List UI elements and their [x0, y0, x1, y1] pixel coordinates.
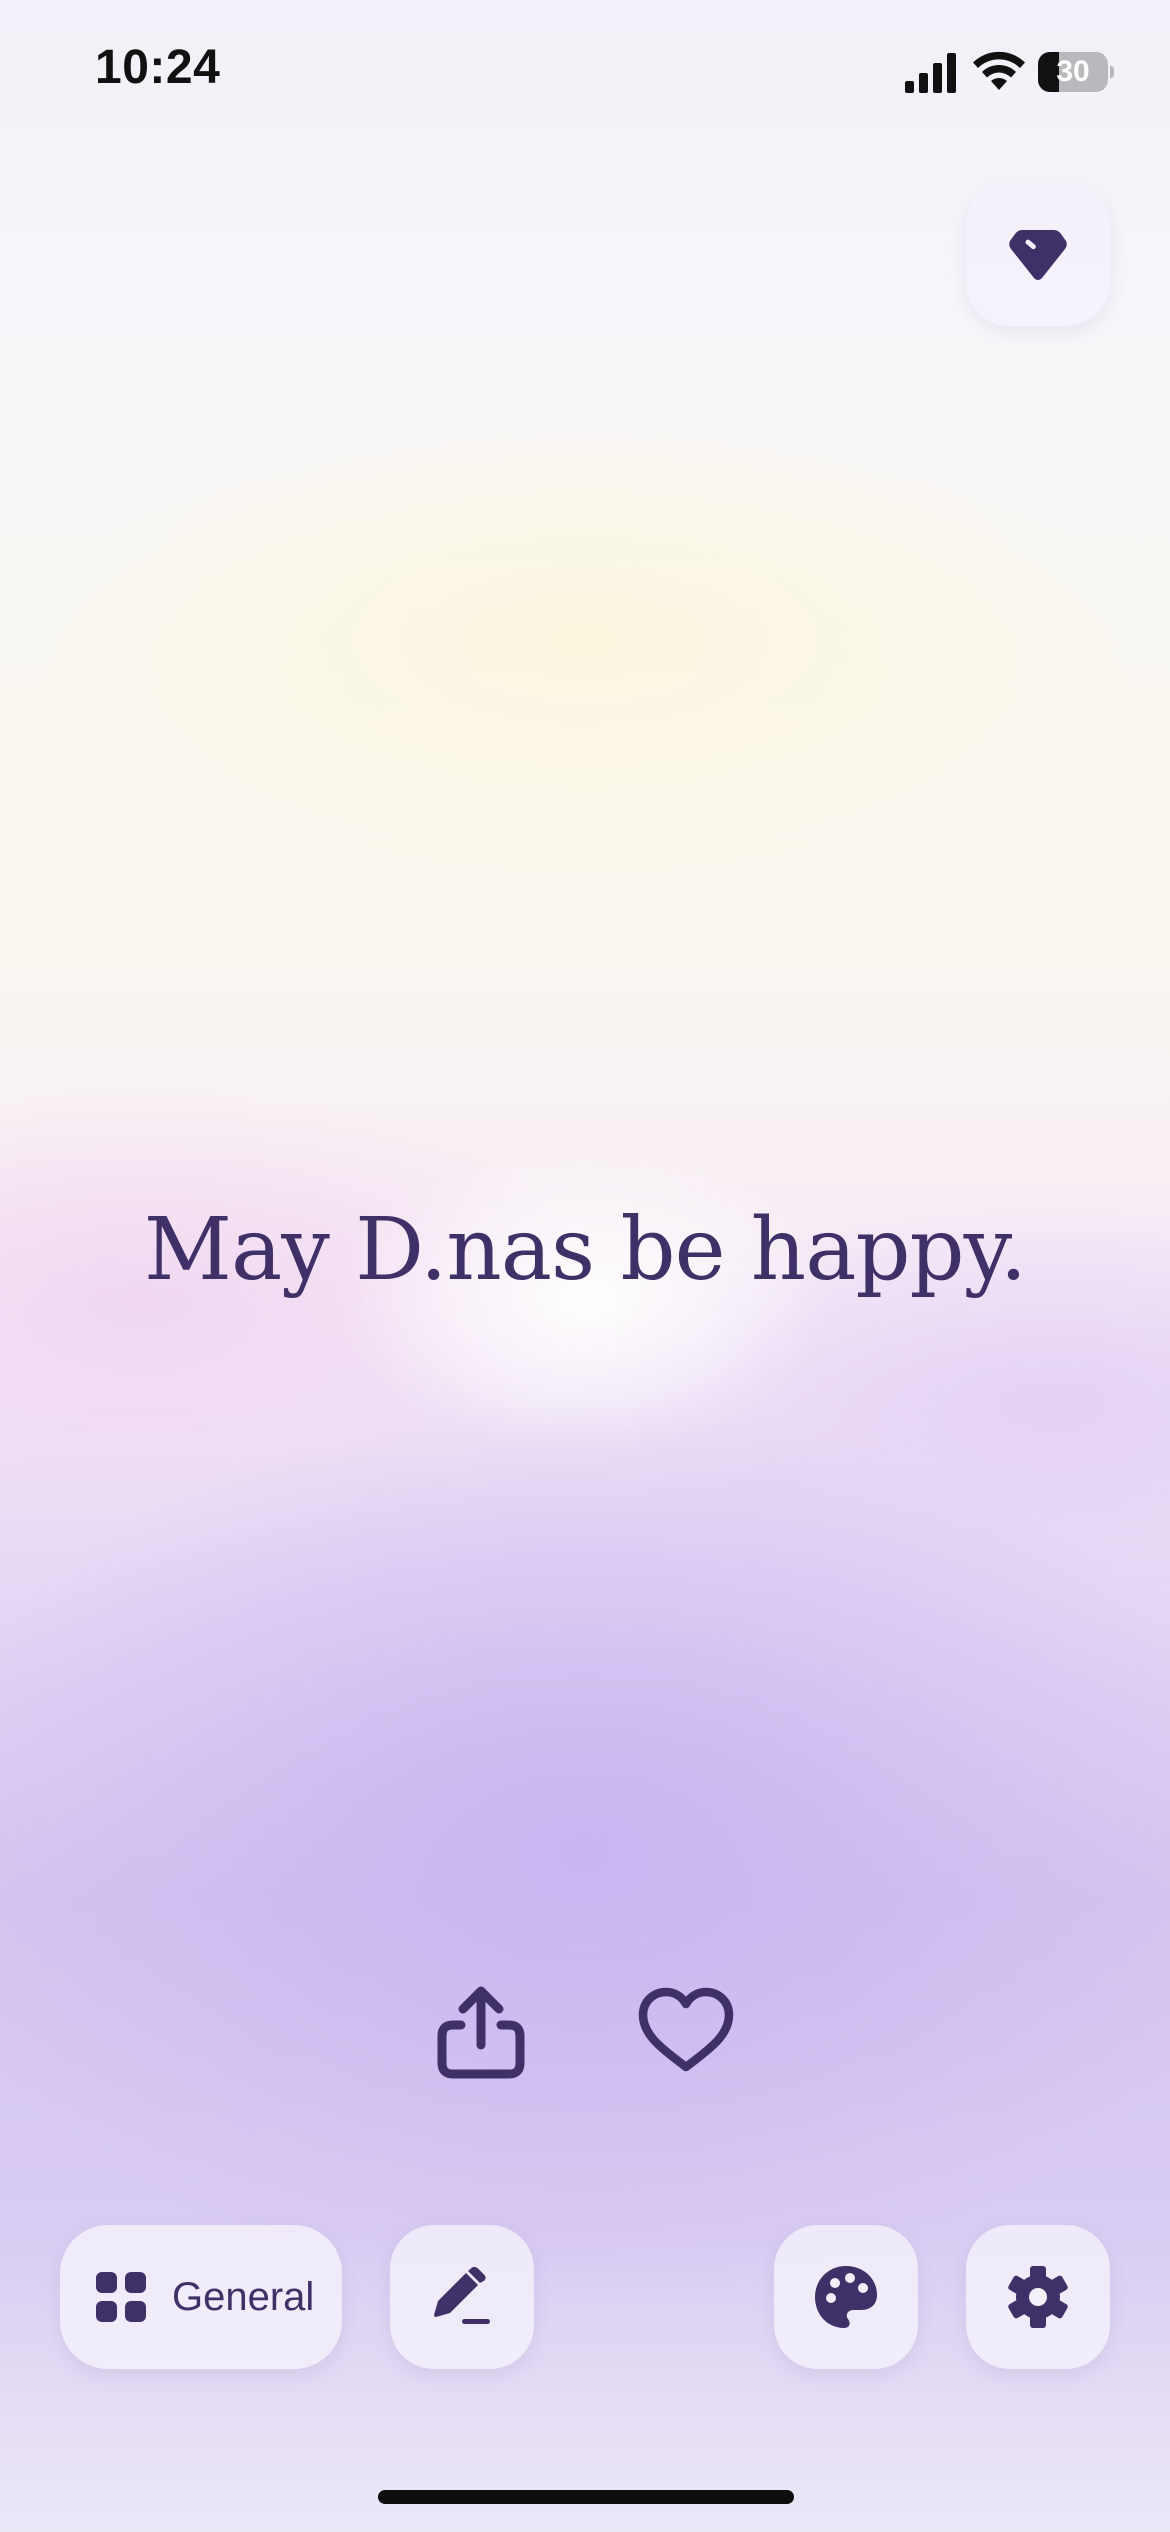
- quote-text: May D.nas be happy.: [143, 1200, 1027, 1300]
- palette-icon: [815, 2266, 877, 2328]
- edit-button[interactable]: [390, 2225, 534, 2369]
- premium-button[interactable]: [966, 182, 1110, 326]
- wifi-icon: [973, 51, 1025, 90]
- category-button[interactable]: General: [60, 2225, 342, 2369]
- gear-icon: [1008, 2266, 1068, 2328]
- pencil-icon: [434, 2267, 490, 2324]
- signal-icon: [905, 53, 956, 93]
- status-bar: 10:24 30: [0, 0, 1170, 140]
- theme-button[interactable]: [774, 2225, 918, 2369]
- diamond-tag-icon: [1009, 230, 1067, 280]
- battery-body: 30: [1038, 52, 1108, 92]
- share-icon[interactable]: [435, 1985, 527, 2080]
- battery-cap: [1110, 66, 1114, 78]
- grid-icon: [96, 2272, 146, 2322]
- status-time: 10:24: [95, 41, 221, 94]
- heart-icon[interactable]: [637, 1985, 735, 2075]
- category-label: General: [172, 2274, 315, 2319]
- battery-icon: 30: [1038, 52, 1114, 92]
- home-indicator[interactable]: [378, 2490, 794, 2504]
- battery-level: 30: [1056, 55, 1090, 88]
- settings-button[interactable]: [966, 2225, 1110, 2369]
